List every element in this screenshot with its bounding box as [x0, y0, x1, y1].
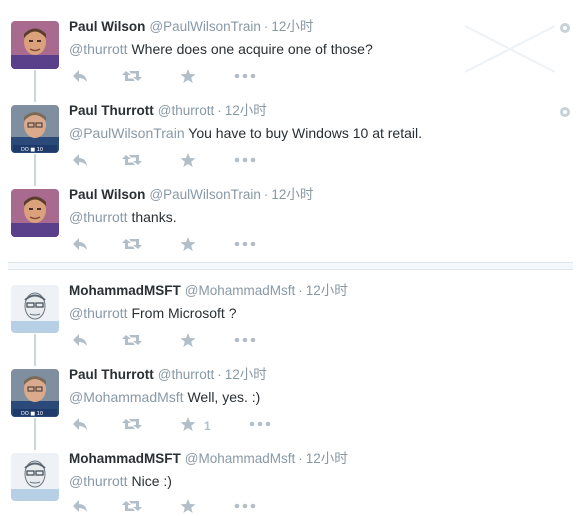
tweet-actions: [69, 66, 309, 86]
tweet-text: @thurrott Where does one acquire one of …: [69, 40, 579, 58]
tweet-timestamp[interactable]: 12小时: [306, 283, 348, 298]
reply-icon[interactable]: [72, 66, 88, 86]
tweet-username[interactable]: @thurrott: [158, 367, 214, 382]
mohammad-avatar[interactable]: [11, 453, 59, 501]
tweet-actions: [69, 330, 309, 350]
reply-icon[interactable]: [72, 234, 88, 254]
separator-dot: ·: [298, 283, 303, 298]
reply-icon[interactable]: [72, 496, 88, 516]
tweet-actions: [69, 234, 309, 254]
tweet-actions: [69, 150, 309, 170]
retweet-icon[interactable]: [122, 234, 142, 254]
retweet-icon[interactable]: [122, 150, 142, 170]
tweet-author-name[interactable]: MohammadMSFT: [69, 451, 181, 466]
retweet-icon[interactable]: [122, 496, 142, 516]
thread-line: [34, 334, 36, 366]
more-icon[interactable]: [249, 414, 271, 434]
tweet-body: thanks.: [127, 209, 177, 225]
tweet-username[interactable]: @PaulWilsonTrain: [149, 187, 261, 202]
tweet-timestamp[interactable]: 12小时: [225, 103, 267, 118]
tweet-author-name[interactable]: Paul Wilson: [69, 187, 145, 202]
separator-dot: ·: [217, 103, 222, 118]
mention-link[interactable]: @MohammadMsft: [69, 389, 184, 405]
tweet-author-name[interactable]: Paul Thurrott: [69, 367, 154, 382]
more-icon[interactable]: [234, 66, 256, 86]
favorite-count: 1: [204, 419, 211, 433]
star-icon[interactable]: [180, 150, 196, 170]
tweet-body: Where does one acquire one of those?: [127, 41, 373, 57]
tweet-timestamp[interactable]: 12小时: [306, 451, 348, 466]
tweet-username[interactable]: @PaulWilsonTrain: [149, 19, 261, 34]
star-icon[interactable]: [180, 66, 196, 86]
mention-link[interactable]: @thurrott: [69, 209, 128, 225]
tweet-body: You have to buy Windows 10 at retail.: [184, 125, 422, 141]
star-icon[interactable]: [180, 234, 196, 254]
tweet-body: Nice :): [127, 473, 172, 489]
tweet-actions: [69, 496, 309, 516]
tweet-text: @MohammadMsft Well, yes. :): [69, 388, 579, 406]
star-icon[interactable]: [180, 330, 196, 350]
mohammad-avatar[interactable]: [11, 285, 59, 333]
star-icon[interactable]: [180, 496, 196, 516]
svg-text:DO ■ 10: DO ■ 10: [21, 147, 43, 153]
mention-link[interactable]: @PaulWilsonTrain: [69, 125, 185, 141]
separator-dot: ·: [298, 451, 303, 466]
tweet-timestamp[interactable]: 12小时: [225, 367, 267, 382]
separator-dot: ·: [263, 187, 269, 202]
tweet-body: Well, yes. :): [183, 389, 261, 405]
more-icon[interactable]: [234, 234, 256, 254]
tweet-timestamp[interactable]: 12小时: [271, 19, 313, 34]
tweet-username[interactable]: @MohammadMsft: [185, 283, 295, 298]
reply-icon[interactable]: [72, 414, 88, 434]
thread-line: [34, 154, 36, 186]
retweet-icon[interactable]: [122, 330, 142, 350]
more-icon[interactable]: [234, 496, 256, 516]
tweet-text: @thurrott Nice :): [69, 472, 579, 490]
mention-link[interactable]: @thurrott: [69, 41, 128, 57]
mention-link[interactable]: @thurrott: [69, 473, 128, 489]
reply-icon[interactable]: [72, 330, 88, 350]
gear-icon[interactable]: [559, 22, 571, 34]
separator-dot: ·: [263, 19, 269, 34]
tweet-author-name[interactable]: Paul Wilson: [69, 19, 145, 34]
thread-line: [34, 70, 36, 102]
tweet-text: @thurrott From Microsoft ?: [69, 304, 579, 322]
mention-link[interactable]: @thurrott: [69, 305, 128, 321]
tweet-username[interactable]: @MohammadMsft: [185, 451, 295, 466]
paul-thurrott-avatar[interactable]: DO ■ 10: [11, 369, 59, 417]
tweet-text: @thurrott thanks.: [69, 208, 579, 226]
separator-dot: ·: [217, 367, 222, 382]
svg-text:DO ■ 10: DO ■ 10: [21, 411, 43, 417]
conversation-separator: [8, 262, 573, 270]
tweet-username[interactable]: @thurrott: [158, 103, 214, 118]
star-icon[interactable]: 1: [180, 414, 211, 434]
tweet-text: @PaulWilsonTrain You have to buy Windows…: [69, 124, 579, 142]
gear-icon[interactable]: [559, 106, 571, 118]
more-icon[interactable]: [234, 330, 256, 350]
tweet-author-name[interactable]: Paul Thurrott: [69, 103, 154, 118]
more-icon[interactable]: [234, 150, 256, 170]
paul-wilson-avatar[interactable]: [11, 21, 59, 69]
reply-icon[interactable]: [72, 150, 88, 170]
retweet-icon[interactable]: [122, 414, 142, 434]
paul-wilson-avatar[interactable]: [11, 189, 59, 237]
tweet-actions: 1: [69, 414, 309, 434]
tweet-body: From Microsoft ?: [127, 305, 237, 321]
thread-line: [34, 418, 36, 450]
tweet-author-name[interactable]: MohammadMSFT: [69, 283, 181, 298]
tweet-timestamp[interactable]: 12小时: [271, 187, 313, 202]
retweet-icon[interactable]: [122, 66, 142, 86]
paul-thurrott-avatar[interactable]: DO ■ 10: [11, 105, 59, 153]
